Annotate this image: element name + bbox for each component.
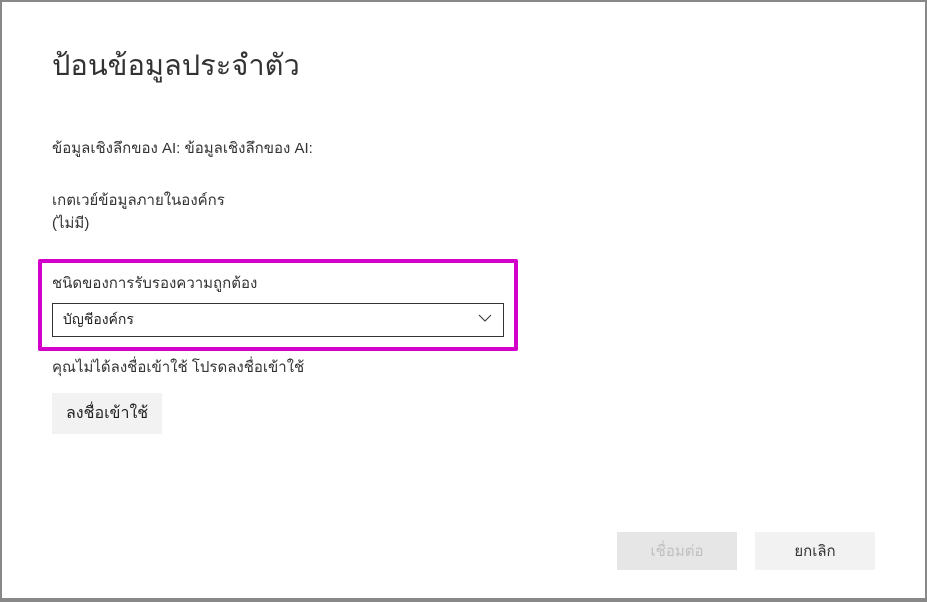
gateway-info: เกตเวย์ข้อมูลภายในองค์กร (ไม่มี) xyxy=(52,190,875,235)
credentials-dialog: ป้อนข้อมูลประจำตัว ข้อมูลเชิงลึกของ AI: … xyxy=(2,2,925,598)
cancel-button[interactable]: ยกเลิก xyxy=(755,532,875,570)
gateway-label: เกตเวย์ข้อมูลภายในองค์กร xyxy=(52,190,875,213)
ai-insights-line: ข้อมูลเชิงลึกของ AI: ข้อมูลเชิงลึกของ AI… xyxy=(52,136,875,160)
signin-message: คุณไม่ได้ลงชื่อเข้าใช้ โปรดลงชื่อเข้าใช้ xyxy=(52,355,875,379)
gateway-value: (ไม่มี) xyxy=(52,213,875,236)
connect-button[interactable]: เชื่อมต่อ xyxy=(617,532,737,570)
chevron-down-icon xyxy=(477,310,493,331)
dialog-footer: เชื่อมต่อ ยกเลิก xyxy=(617,532,875,570)
signin-button[interactable]: ลงชื่อเข้าใช้ xyxy=(52,393,162,434)
auth-type-highlight: ชนิดของการรับรองความถูกต้อง บัญชีองค์กร xyxy=(38,259,518,351)
page-title: ป้อนข้อมูลประจำตัว xyxy=(52,42,875,88)
auth-type-selected-value: บัญชีองค์กร xyxy=(63,309,134,331)
auth-type-select[interactable]: บัญชีองค์กร xyxy=(52,303,504,337)
auth-type-label: ชนิดของการรับรองความถูกต้อง xyxy=(52,271,504,295)
